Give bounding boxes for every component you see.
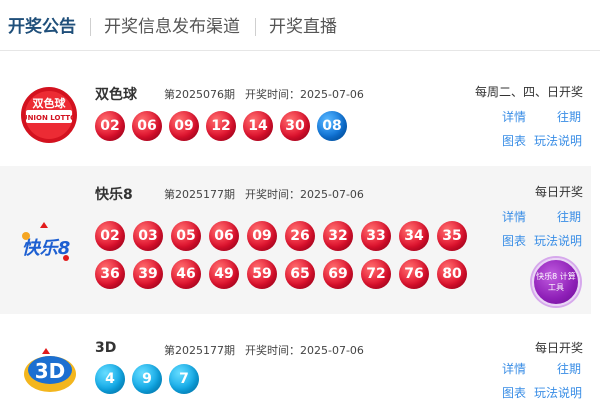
red-ball: 69 [323, 259, 353, 289]
red-ball: 34 [399, 221, 429, 251]
lottery-panel-ssq: 双色球 UNION LOTTO 双色球 第2025076期 开奖时间：2025-… [0, 66, 591, 158]
3d-logo-icon: 3D [20, 340, 78, 398]
red-ball: 35 [437, 221, 467, 251]
red-ball: 09 [247, 221, 277, 251]
lottery-panel-kl8: 快乐8 快乐8 第2025177期 开奖时间：2025-07-06 每日开奖 0… [0, 166, 591, 314]
tool-badge-label: 快乐8 计算工具 [536, 272, 576, 292]
detail-link[interactable]: 详情 [502, 108, 526, 125]
red-ball: 36 [95, 259, 125, 289]
lottery-panel-3d: 3D 3D 第2025177期 开奖时间：2025-07-06 每日开奖 4 9… [0, 322, 591, 414]
history-link[interactable]: 往期 [557, 360, 581, 377]
red-ball: 09 [169, 111, 199, 141]
red-ball: 06 [132, 111, 162, 141]
ssq-logo-text: 双色球 [33, 96, 67, 110]
cyan-ball: 4 [95, 364, 125, 394]
rules-link[interactable]: 玩法说明 [534, 132, 582, 149]
winning-numbers: 4 9 7 [95, 364, 199, 394]
cyan-ball: 7 [169, 364, 199, 394]
lottery-name: 快乐8 [95, 187, 133, 203]
issue-number: 第2025177期 [164, 188, 235, 201]
3d-logo-text: 3D [35, 359, 66, 383]
red-ball: 46 [171, 259, 201, 289]
ssq-logo-icon: 双色球 UNION LOTTO [20, 86, 78, 144]
ssq-logo-subtext: UNION LOTTO [22, 114, 76, 122]
red-ball: 26 [285, 221, 315, 251]
red-ball: 76 [399, 259, 429, 289]
red-ball: 12 [206, 111, 236, 141]
history-link[interactable]: 往期 [557, 208, 581, 225]
lottery-name: 双色球 [95, 87, 137, 103]
red-ball: 33 [361, 221, 391, 251]
chart-link[interactable]: 图表 [502, 384, 526, 401]
cyan-ball: 9 [132, 364, 162, 394]
lottery-name: 3D [95, 340, 117, 356]
red-ball: 32 [323, 221, 353, 251]
winning-numbers: 02 06 09 12 14 30 08 [95, 111, 347, 141]
red-ball: 65 [285, 259, 315, 289]
red-ball: 72 [361, 259, 391, 289]
winning-numbers: 02 03 05 06 09 26 32 33 34 35 36 39 46 4… [95, 221, 475, 289]
issue-number: 第2025177期 [164, 344, 235, 357]
chart-link[interactable]: 图表 [502, 232, 526, 249]
kl8-calculator-tool-button[interactable]: 快乐8 计算工具 [532, 258, 580, 306]
tab-announcement[interactable]: 开奖公告 [8, 15, 76, 39]
red-ball: 80 [437, 259, 467, 289]
draw-schedule: 每日开奖 [534, 341, 583, 355]
blue-ball: 08 [317, 111, 347, 141]
kl8-logo-text: 快乐8 [22, 238, 71, 259]
detail-link[interactable]: 详情 [502, 360, 526, 377]
chart-link[interactable]: 图表 [502, 132, 526, 149]
red-ball: 59 [247, 259, 277, 289]
red-ball: 39 [133, 259, 163, 289]
detail-link[interactable]: 详情 [502, 208, 526, 225]
rules-link[interactable]: 玩法说明 [534, 232, 582, 249]
draw-date: 开奖时间：2025-07-06 [245, 188, 364, 201]
red-ball: 30 [280, 111, 310, 141]
red-ball: 02 [95, 111, 125, 141]
red-ball: 06 [209, 221, 239, 251]
history-link[interactable]: 往期 [557, 108, 581, 125]
red-ball: 02 [95, 221, 125, 251]
red-ball: 05 [171, 221, 201, 251]
draw-date: 开奖时间：2025-07-06 [245, 344, 364, 357]
issue-number: 第2025076期 [164, 88, 235, 101]
draw-date: 开奖时间：2025-07-06 [245, 88, 364, 101]
red-ball: 03 [133, 221, 163, 251]
tab-bar: 开奖公告 开奖信息发布渠道 开奖直播 [0, 0, 600, 51]
rules-link[interactable]: 玩法说明 [534, 384, 582, 401]
tab-separator [255, 18, 256, 36]
tab-separator [90, 18, 91, 36]
draw-schedule: 每日开奖 [534, 185, 583, 199]
draw-schedule: 每周二、四、日开奖 [474, 85, 583, 99]
red-ball: 14 [243, 111, 273, 141]
kl8-logo-icon: 快乐8 [14, 214, 78, 272]
lottery-announcement-page: 开奖公告 开奖信息发布渠道 开奖直播 双色球 UNION LOTTO 双色球 第… [0, 0, 600, 414]
tab-channels[interactable]: 开奖信息发布渠道 [104, 15, 240, 39]
tab-live[interactable]: 开奖直播 [269, 15, 337, 39]
red-ball: 49 [209, 259, 239, 289]
